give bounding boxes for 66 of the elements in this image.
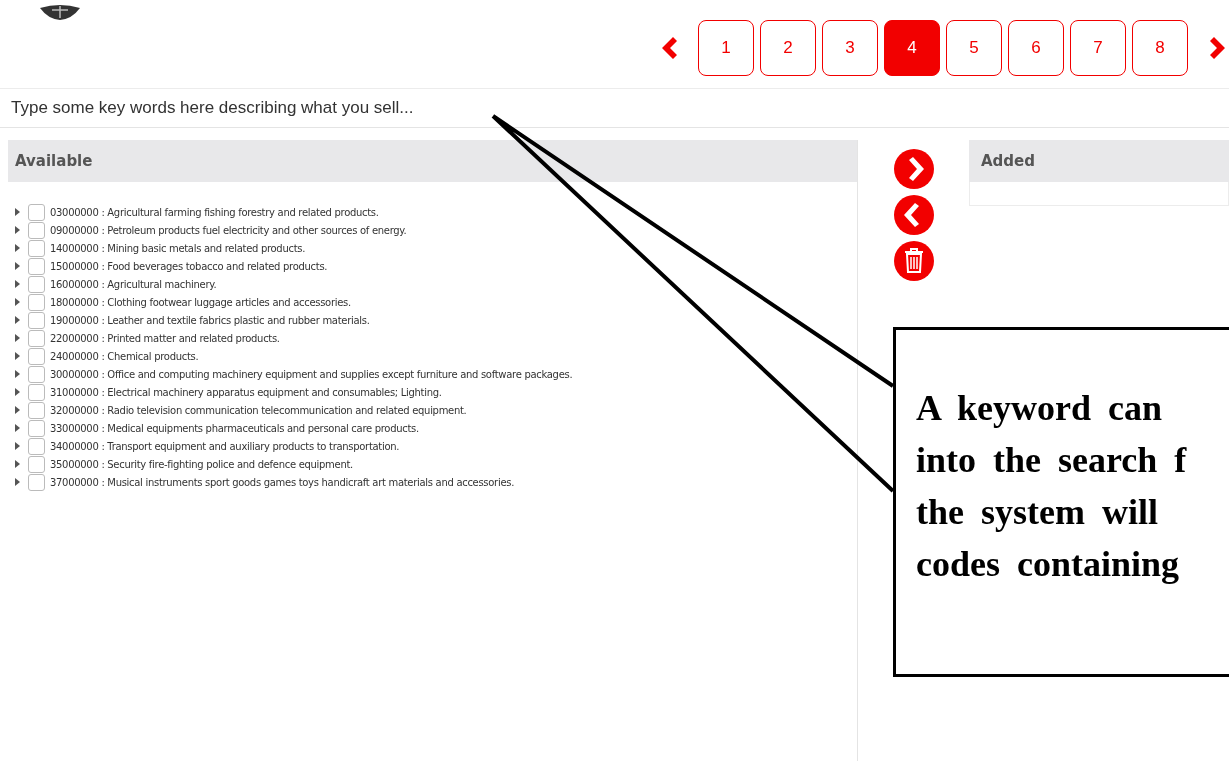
category-label: 15000000 : Food beverages tobacco and related products. <box>50 260 328 272</box>
category-label: 16000000 : Agricultural machinery. <box>50 278 217 290</box>
checkbox[interactable] <box>28 203 45 221</box>
chevron-right-icon[interactable] <box>894 149 935 189</box>
trash-icon[interactable] <box>894 241 935 281</box>
panel-header: Added <box>969 140 1229 182</box>
checkbox[interactable] <box>28 473 45 491</box>
category-label: 30000000 : Office and computing machinery equipment and supplies except furniture and software packages. <box>50 368 573 380</box>
expand-triangle-icon[interactable] <box>15 208 20 216</box>
search-field[interactable]: Type some key words here describing what you sell... <box>0 88 1229 128</box>
page-button[interactable]: 4 <box>884 20 940 76</box>
category-label: 31000000 : Electrical machinery apparatus equipment and consumables; Lighting. <box>50 386 442 398</box>
category-label: 14000000 : Mining basic metals and related products. <box>50 242 306 254</box>
checkbox[interactable] <box>28 239 45 257</box>
expand-triangle-icon[interactable] <box>15 460 20 468</box>
expand-triangle-icon[interactable] <box>15 424 20 432</box>
category-label: 22000000 : Printed matter and related products. <box>50 332 280 344</box>
page-button[interactable]: 1 <box>698 20 754 76</box>
expand-triangle-icon[interactable] <box>15 334 20 342</box>
category-label: 24000000 : Chemical products. <box>50 350 199 362</box>
checkbox[interactable] <box>28 293 45 311</box>
expand-triangle-icon[interactable] <box>15 352 20 360</box>
checkbox[interactable] <box>28 455 45 473</box>
checkbox[interactable] <box>28 275 45 293</box>
category-label: 37000000 : Musical instruments sport goods games toys handicraft art materials and accessories. <box>50 476 515 488</box>
checkbox[interactable] <box>28 365 45 383</box>
checkbox[interactable] <box>28 221 45 239</box>
panel-header: Available <box>8 140 858 182</box>
callout-text: codes containing <box>916 543 1181 586</box>
expand-triangle-icon[interactable] <box>15 298 20 306</box>
page-button[interactable]: 8 <box>1132 20 1188 76</box>
expand-triangle-icon[interactable] <box>15 226 20 234</box>
checkbox[interactable] <box>28 257 45 275</box>
expand-triangle-icon[interactable] <box>15 280 20 288</box>
category-label: 34000000 : Transport equipment and auxiliary products to transportation. <box>50 440 400 452</box>
callout-text: the system will <box>916 491 1159 534</box>
checkbox[interactable] <box>28 347 45 365</box>
expand-triangle-icon[interactable] <box>15 478 20 486</box>
checkbox[interactable] <box>28 401 45 419</box>
callout-text: into the search f <box>916 439 1188 482</box>
expand-triangle-icon[interactable] <box>15 262 20 270</box>
expand-triangle-icon[interactable] <box>15 406 20 414</box>
expand-triangle-icon[interactable] <box>15 388 20 396</box>
checkbox[interactable] <box>28 419 45 437</box>
expand-triangle-icon[interactable] <box>15 370 20 378</box>
checkbox[interactable] <box>28 383 45 401</box>
category-label: 35000000 : Security fire-fighting police and defence equipment. <box>50 458 353 470</box>
page-button[interactable]: 6 <box>1008 20 1064 76</box>
checkbox[interactable] <box>28 437 45 455</box>
checkbox[interactable] <box>28 311 45 329</box>
chevron-left-icon[interactable] <box>894 195 935 235</box>
page-button[interactable]: 5 <box>946 20 1002 76</box>
expand-triangle-icon[interactable] <box>15 244 20 252</box>
expand-triangle-icon[interactable] <box>15 316 20 324</box>
category-label: 09000000 : Petroleum products fuel electricity and other sources of energy. <box>50 224 407 236</box>
category-label: 18000000 : Clothing footwear luggage articles and accessories. <box>50 296 351 308</box>
expand-triangle-icon[interactable] <box>15 442 20 450</box>
category-label: 32000000 : Radio television communication telecommunication and related equipment. <box>50 404 467 416</box>
page-button[interactable]: 3 <box>822 20 878 76</box>
category-label: 03000000 : Agricultural farming fishing forestry and related products. <box>50 206 379 218</box>
category-label: 33000000 : Medical equipments pharmaceuticals and personal care products. <box>50 422 419 434</box>
callout-text: A keyword can <box>916 387 1163 430</box>
checkbox[interactable] <box>28 329 45 347</box>
page-button[interactable]: 7 <box>1070 20 1126 76</box>
page-button[interactable]: 2 <box>760 20 816 76</box>
category-label: 19000000 : Leather and textile fabrics plastic and rubber materials. <box>50 314 370 326</box>
